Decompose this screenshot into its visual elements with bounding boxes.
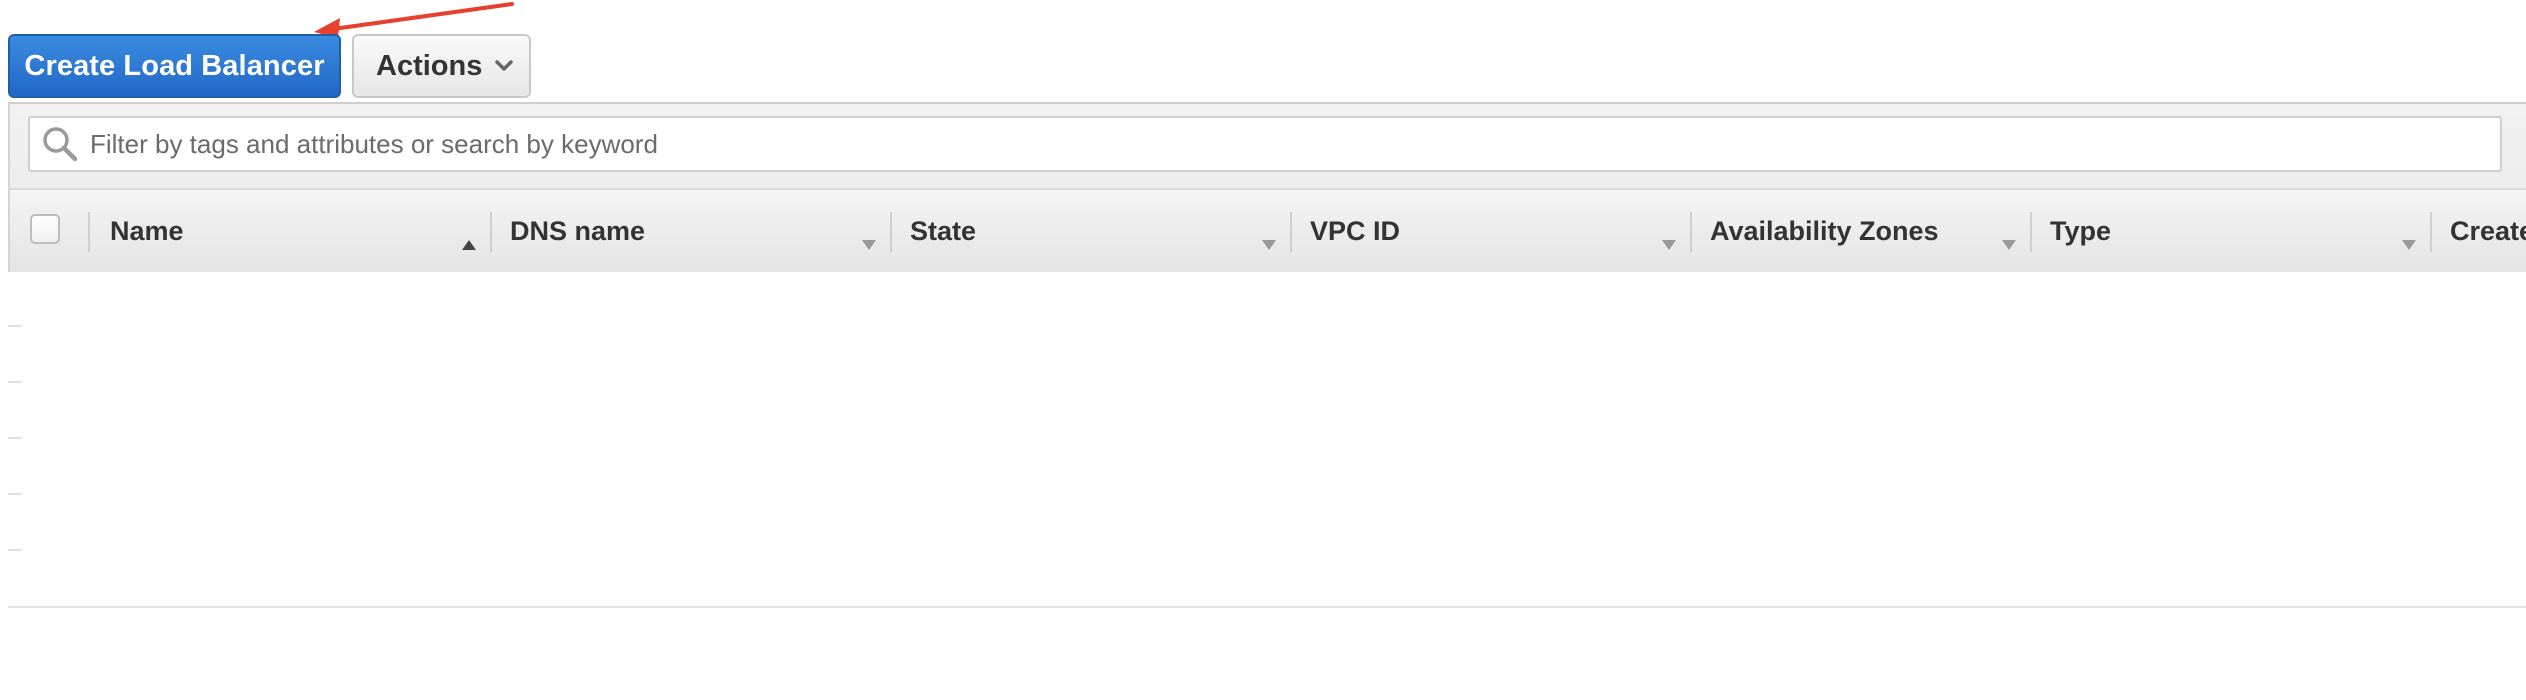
sort-descending-icon [1662,226,1676,257]
column-label: Create [2450,215,2526,246]
column-header-created[interactable]: Create [2430,190,2526,272]
search-icon [40,124,80,164]
column-header-type[interactable]: Type [2030,190,2430,272]
select-all-checkbox[interactable] [30,214,60,244]
table-header: Name DNS name State VPC ID Availability … [10,188,2526,272]
actions-button[interactable]: Actions [352,34,531,98]
sort-ascending-icon [462,226,476,257]
column-header-name[interactable]: Name [90,190,490,272]
chevron-down-icon [494,59,514,73]
column-label: State [910,215,977,246]
search-input[interactable] [88,127,2500,161]
load-balancers-page: Create Load Balancer Actions Filter by t… [0,0,2526,700]
column-header-dns-name[interactable]: DNS name [490,190,890,272]
row-separator [8,325,22,327]
create-load-balancer-button[interactable]: Create Load Balancer [8,34,341,98]
sort-descending-icon [1262,226,1276,257]
row-separator [8,549,22,551]
sort-descending-icon [2402,226,2416,257]
load-balancer-grid: Name DNS name State VPC [8,102,2526,272]
column-label: DNS name [510,215,646,246]
column-label: Type [2050,215,2112,246]
search-field[interactable] [28,116,2502,172]
row-separator [8,381,22,383]
column-header-vpc-id[interactable]: VPC ID [1290,190,1690,272]
column-header-availability-zones[interactable]: Availability Zones [1690,190,2030,272]
row-separator [8,493,22,495]
sort-descending-icon [862,226,876,257]
actions-label: Actions [376,49,483,82]
row-separator [8,437,22,439]
column-label: Name [110,215,184,246]
table-bottom-border [8,606,2526,608]
sort-descending-icon [2002,226,2016,257]
create-load-balancer-label: Create Load Balancer [24,49,325,82]
column-label: Availability Zones [1710,215,1939,246]
column-label: VPC ID [1310,215,1401,246]
column-header-state[interactable]: State [890,190,1290,272]
